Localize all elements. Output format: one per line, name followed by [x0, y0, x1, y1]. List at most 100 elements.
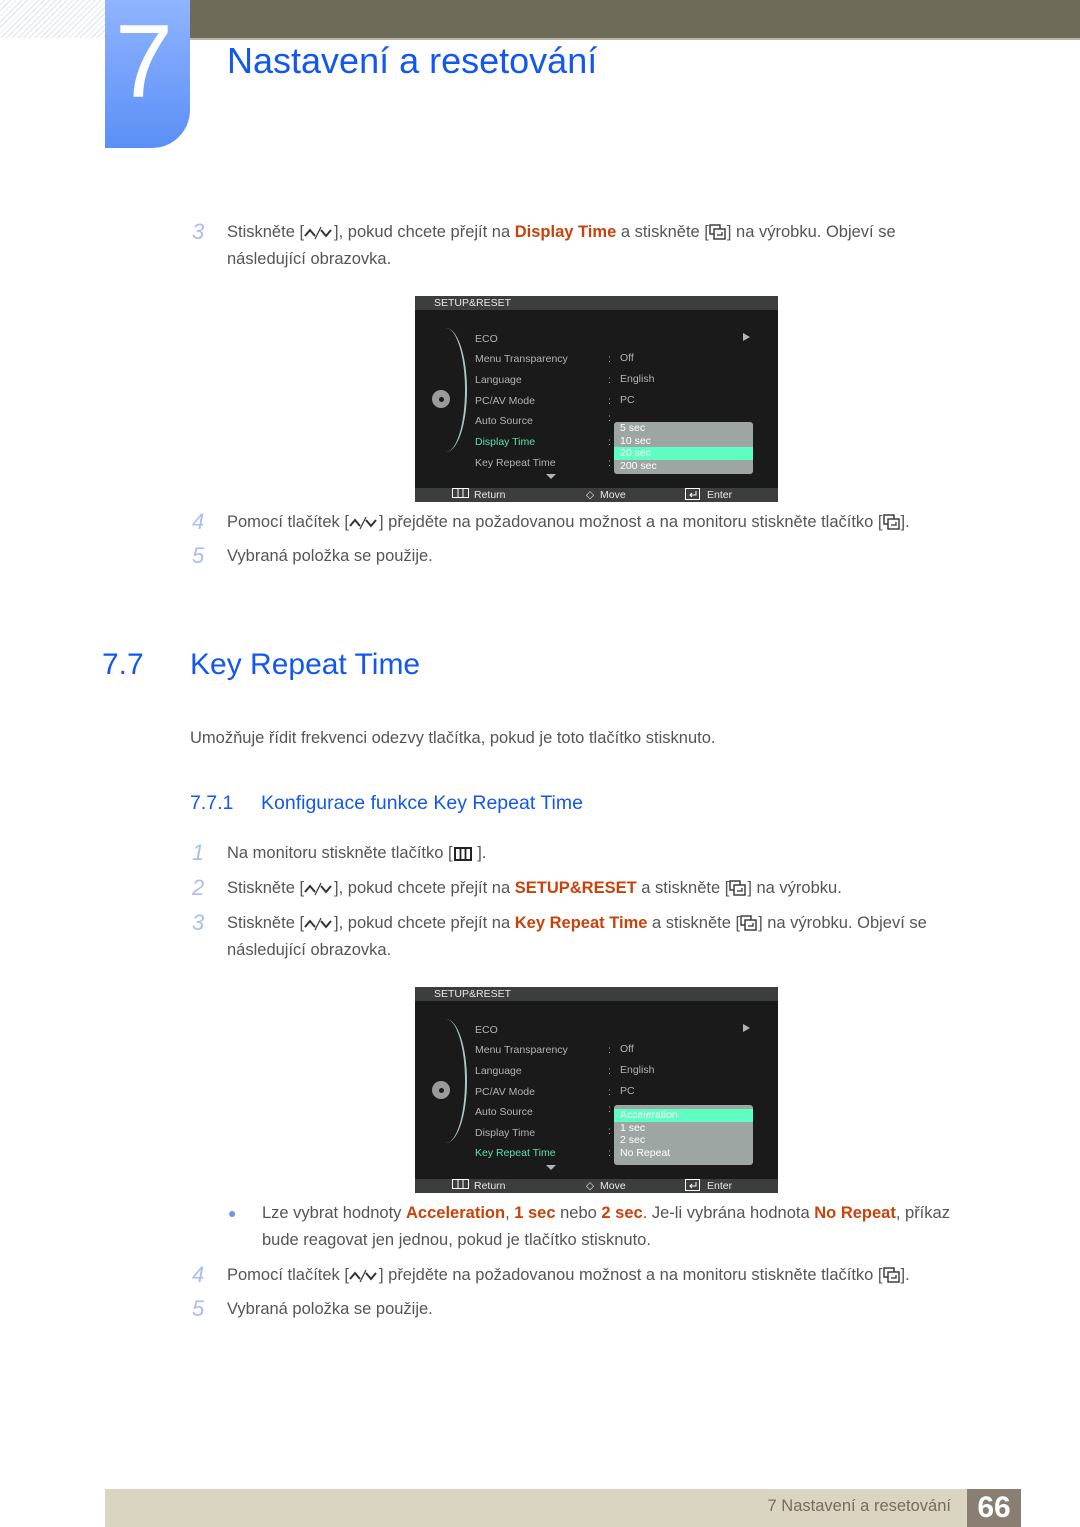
step-number: 2 [192, 875, 205, 900]
osd-colon: : [608, 374, 611, 386]
osd-return-label[interactable]: Return [474, 488, 506, 502]
osd-enter-label[interactable]: Enter [707, 1179, 732, 1193]
osd-item-key-repeat-time[interactable]: Key Repeat Time [475, 457, 556, 469]
text: a stiskněte [ [647, 914, 741, 932]
step-text: Stiskněte [ ], pokud chcete přejít na Key… [227, 910, 927, 940]
step-text: Vybraná položka se použije. [227, 547, 433, 565]
osd-item-key-repeat-time[interactable]: Key Repeat Time [475, 1147, 556, 1159]
enter-source-icon [882, 512, 901, 539]
osd-return-label[interactable]: Return [474, 1179, 506, 1193]
step-number: 4 [192, 1262, 205, 1287]
text: Pomocí tlačítek [ [227, 513, 349, 531]
gear-icon [432, 1081, 450, 1099]
osd-footer: Return ◇ Move Enter [415, 1179, 778, 1193]
up-down-arrows-icon [304, 222, 334, 249]
osd-value: English [620, 373, 655, 385]
osd-item-language[interactable]: Language [475, 374, 522, 386]
highlight-text: No Repeat [814, 1204, 896, 1222]
osd-item-auto-source[interactable]: Auto Source [475, 1106, 533, 1118]
move-icon: ◇ [586, 489, 595, 501]
text: ], pokud chcete přejít na [334, 914, 515, 932]
text: Stiskněte [ [227, 879, 305, 897]
text: Pomocí tlačítek [ [227, 1266, 349, 1284]
chapter-title: Nastavení a resetování [227, 40, 598, 81]
osd-item-menu-transparency[interactable]: Menu Transparency [475, 1044, 568, 1056]
menu-icon [453, 843, 473, 870]
up-down-arrows-icon [349, 1265, 379, 1292]
highlight-text: 1 sec [514, 1204, 556, 1222]
page-number: 66 [967, 1489, 1021, 1527]
page-footer: 7 Nastavení a resetování 66 [105, 1489, 1021, 1527]
header-hatch [0, 0, 105, 38]
osd-item-display-time[interactable]: Display Time [475, 436, 535, 448]
osd-option[interactable]: No Repeat [614, 1147, 753, 1160]
osd-item-display-time[interactable]: Display Time [475, 1127, 535, 1139]
osd-value: Off [620, 1043, 634, 1055]
text: ], pokud chcete přejít na [334, 223, 515, 241]
up-down-arrows-icon [304, 878, 334, 905]
osd-item-auto-source[interactable]: Auto Source [475, 415, 533, 427]
osd-item-eco[interactable]: ECO [475, 1024, 498, 1036]
osd-option[interactable]: 5 sec [614, 422, 753, 435]
osd-item-pc-av-mode[interactable]: PC/AV Mode [475, 395, 535, 407]
header-bar [190, 0, 1080, 38]
text: Stiskněte [ [227, 914, 305, 932]
osd-option[interactable]: 200 sec [614, 460, 753, 473]
osd-screen-key-repeat-time: SETUP&RESET ECO Menu Transparency : Off … [415, 987, 778, 1193]
step-text: Na monitoru stiskněte tlačítko [ ]. [227, 840, 486, 870]
chevron-right-icon [743, 1024, 750, 1032]
subsection-title: Konfigurace funkce Key Repeat Time [261, 792, 583, 814]
step-text: Vybraná položka se použije. [227, 1300, 433, 1318]
enter-source-icon [709, 222, 727, 249]
osd-colon: : [608, 395, 611, 407]
text: ] přejděte na požadovanou možnost a na m… [378, 1266, 883, 1284]
osd-screen-display-time: SETUP&RESET ECO Menu Transparency : Off … [415, 296, 778, 502]
text: ] na výrobku. Objeví se [758, 914, 927, 932]
osd-option[interactable]: 10 sec [614, 435, 753, 448]
chapter-number: 7 [115, 4, 173, 120]
scroll-down-icon [546, 474, 556, 479]
osd-value: PC [620, 1085, 635, 1097]
step-number: 4 [192, 509, 205, 534]
osd-item-menu-transparency[interactable]: Menu Transparency [475, 353, 568, 365]
osd-arc [425, 1019, 467, 1143]
osd-item-eco[interactable]: ECO [475, 333, 498, 345]
osd-colon: : [608, 457, 611, 469]
text: nebo [555, 1204, 602, 1222]
text: ]. [900, 1266, 910, 1284]
osd-option-active[interactable]: Acceleration [614, 1109, 753, 1122]
osd-move-label[interactable]: Move [600, 1179, 626, 1193]
text: , příkaz [895, 1204, 950, 1222]
section-number: 7.7 [102, 648, 144, 681]
step-number: 1 [192, 840, 205, 865]
menu-icon [452, 488, 469, 502]
osd-option[interactable]: 1 sec [614, 1122, 753, 1135]
osd-footer: Return ◇ Move Enter [415, 488, 778, 502]
osd-colon: : [608, 1147, 611, 1159]
footer-chapter-label: 7 Nastavení a resetování [767, 1497, 951, 1515]
highlight-text: SETUP&RESET [514, 879, 637, 897]
highlight-text: 2 sec [601, 1204, 643, 1222]
gear-icon [432, 390, 450, 408]
up-down-arrows-icon [304, 913, 334, 940]
chevron-right-icon [743, 333, 750, 341]
osd-enter-label[interactable]: Enter [707, 488, 732, 502]
text: Lze vybrat hodnoty [262, 1204, 407, 1222]
osd-option[interactable]: 2 sec [614, 1134, 753, 1147]
move-icon: ◇ [586, 1180, 595, 1192]
osd-dropdown: Acceleration 1 sec 2 sec No Repeat [614, 1105, 753, 1165]
bullet-icon: ● [228, 1205, 237, 1221]
osd-move-label[interactable]: Move [600, 488, 626, 502]
osd-colon: : [608, 1065, 611, 1077]
osd-colon: : [608, 436, 611, 448]
osd-item-language[interactable]: Language [475, 1065, 522, 1077]
menu-icon [452, 1179, 469, 1193]
up-down-arrows-icon [349, 512, 379, 539]
step-number: 5 [192, 543, 205, 568]
osd-colon: : [608, 1044, 611, 1056]
osd-option-active[interactable]: 20 sec [614, 447, 753, 460]
highlight-text: Key Repeat Time [514, 914, 648, 932]
enter-source-icon [740, 913, 758, 940]
step-number: 5 [192, 1296, 205, 1321]
osd-item-pc-av-mode[interactable]: PC/AV Mode [475, 1086, 535, 1098]
